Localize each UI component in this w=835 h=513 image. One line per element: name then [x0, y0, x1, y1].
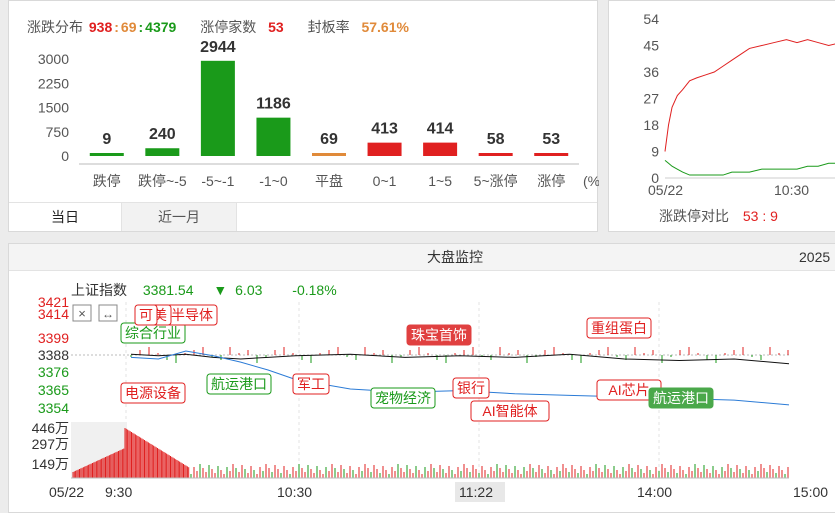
- time-axis-label: 05/22: [49, 484, 84, 500]
- price-axis-label: 3376: [38, 364, 69, 380]
- y-tick-label: 1500: [38, 100, 69, 116]
- x-tick-label: 10:30: [774, 182, 809, 198]
- event-tag-label: 可: [139, 307, 153, 323]
- bar-value-label: 53: [542, 131, 560, 148]
- y-tick-label: 0: [61, 148, 69, 164]
- bar-3: [256, 117, 291, 156]
- time-axis-label: 14:00: [637, 484, 672, 500]
- event-tag-label: 电源设备: [125, 385, 181, 401]
- tab-past-month[interactable]: 近一月: [121, 203, 237, 231]
- distribution-tabs: 当日 近一月: [9, 202, 597, 231]
- x-tick-label: 05/22: [648, 182, 683, 198]
- bar-value-label: 58: [487, 131, 505, 148]
- event-tag-label: 珠宝首饰: [411, 327, 467, 343]
- volume-axis-label: 446万: [32, 420, 69, 436]
- time-axis-label: 11:22: [459, 484, 493, 500]
- price-axis-label: 3365: [38, 382, 69, 398]
- volume-axis-label: 149万: [32, 456, 69, 472]
- bar-7: [478, 153, 513, 156]
- event-tag-label: 银行: [457, 380, 485, 396]
- expand-icon-glyph: ↔: [102, 307, 114, 321]
- price-axis-label: 3388: [38, 347, 69, 363]
- x-tick-label: -5~-1: [201, 173, 234, 189]
- tab-today[interactable]: 当日: [9, 203, 121, 231]
- market-monitor-chart: 3421341433993388337633653354× ↔446万297万14…: [32, 294, 828, 502]
- bar-value-label: 69: [320, 131, 338, 148]
- y-tick-label: 36: [643, 64, 659, 80]
- event-tag-label: 半导体: [171, 307, 213, 323]
- bar-value-label: 9: [102, 131, 111, 148]
- price-axis-label: 3399: [38, 330, 69, 346]
- price-axis-label: 3414: [38, 306, 69, 322]
- y-tick-label: 750: [46, 124, 70, 140]
- x-tick-label: 5~涨停: [474, 173, 518, 189]
- bar-0: [89, 153, 124, 156]
- x-tick-label: 平盘: [315, 173, 343, 189]
- bar-value-label: 2944: [200, 39, 236, 56]
- x-tick-label: 跌停: [93, 173, 121, 189]
- bar-4: [312, 153, 346, 156]
- bar-8: [534, 153, 569, 156]
- event-tag-label: 综合行业: [125, 325, 181, 341]
- time-axis-label: 10:30: [277, 484, 312, 500]
- y-tick-label: 2250: [38, 75, 69, 91]
- bar-1: [145, 148, 180, 156]
- bar-2: [200, 60, 235, 156]
- x-tick-label: 1~5: [428, 173, 452, 189]
- event-tag-label: 航运港口: [211, 376, 267, 392]
- series-line-0: [664, 39, 835, 152]
- distribution-panel: 涨跌分布 938:69:4379 涨停家数 53 封板率 57.61% 0 750…: [8, 0, 599, 232]
- market-monitor-panel: 大盘监控 2025 上证指数 3381.54 ▼ 6.03 -0.18% 342…: [8, 243, 835, 513]
- ratio-value: 53 : 9: [742, 208, 778, 224]
- x-tick-label: 涨停: [537, 173, 565, 189]
- time-axis-label: 9:30: [105, 484, 132, 500]
- event-tag-label: AI智能体: [482, 403, 537, 419]
- ratio-footer: 涨跌停对比 53 : 9: [659, 206, 778, 226]
- bar-value-label: 1186: [256, 96, 291, 113]
- volume-axis-label: 297万: [32, 436, 69, 452]
- event-tag-label: 重组蛋白: [591, 320, 647, 336]
- x-tick-label: 0~1: [373, 173, 397, 189]
- y-tick-label: 45: [643, 38, 659, 54]
- y-tick-label: 54: [643, 11, 659, 27]
- y-tick-label: 3000: [38, 51, 69, 67]
- event-tag-label: 宠物经济: [375, 390, 431, 406]
- x-axis-unit: (%): [583, 173, 599, 189]
- bar-value-label: 413: [371, 121, 398, 138]
- y-tick-label: 18: [643, 117, 659, 133]
- bar-value-label: 240: [149, 126, 176, 143]
- x-tick-label: 跌停~-5: [138, 173, 187, 189]
- event-tag-label: AI芯片: [608, 382, 649, 398]
- ratio-label: 涨跌停对比: [659, 208, 729, 224]
- time-axis-label: 15:00: [793, 484, 828, 500]
- limit-ratio-chart: 09182736455405/22 10:30: [643, 11, 835, 198]
- limit-ratio-panel: 0 9 18 27 36 45 54 05/22 10:30 涨跌停对比 53 : 9: [608, 0, 835, 232]
- event-tag-label: 军工: [297, 376, 325, 392]
- y-tick-label: 9: [651, 144, 659, 160]
- bar-value-label: 414: [427, 121, 454, 138]
- x-tick-label: -1~0: [259, 173, 288, 189]
- bar-5: [367, 142, 402, 156]
- event-tag-label: 航运港口: [653, 390, 709, 406]
- close-icon-glyph: ×: [78, 306, 86, 321]
- index-line-0: [130, 353, 790, 365]
- price-axis-label: 3354: [38, 400, 69, 416]
- series-line-1: [664, 159, 835, 176]
- y-tick-label: 27: [643, 91, 659, 107]
- bar-6: [423, 142, 458, 156]
- distribution-bar-chart: 0 750 1500 2250 3000 9 跌停 240 跌停~-5 2944 -5~-1 1186…: [38, 39, 599, 189]
